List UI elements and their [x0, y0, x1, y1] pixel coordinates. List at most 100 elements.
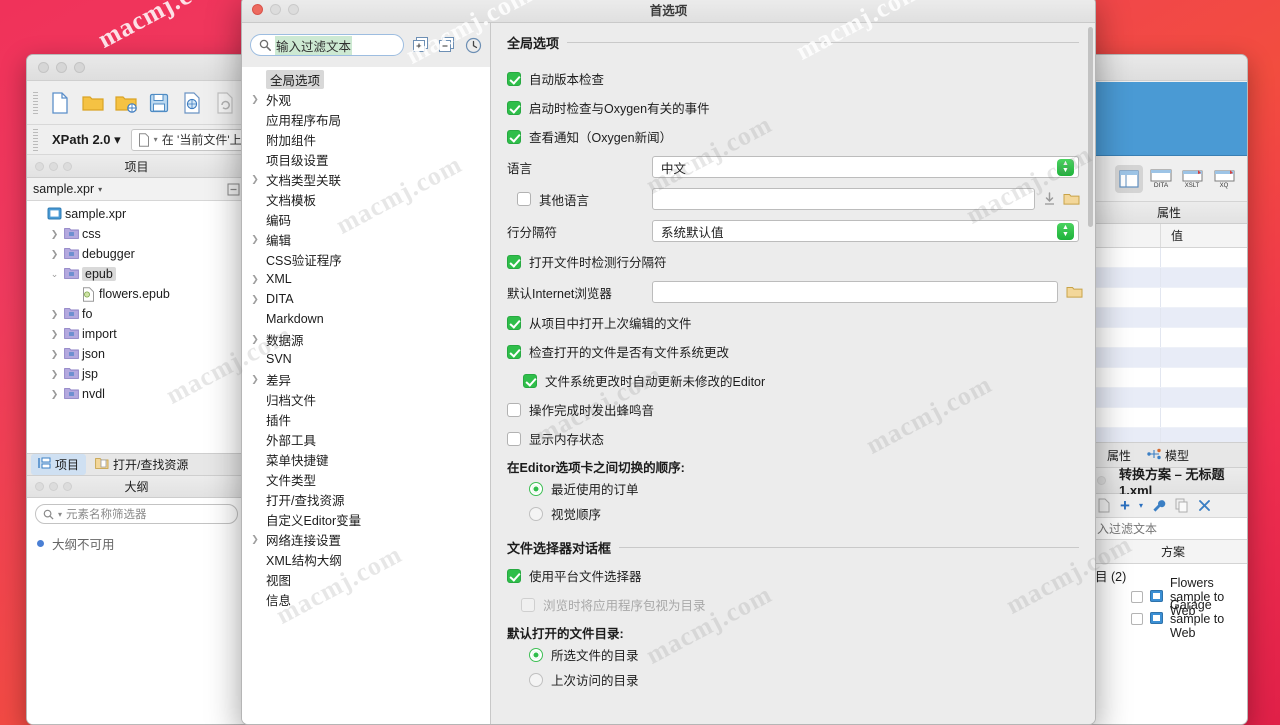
list-item-checkbox[interactable]: [1131, 613, 1143, 625]
options-tree-item[interactable]: ❯外观: [242, 89, 490, 109]
table-row[interactable]: [1091, 308, 1247, 328]
search-dropdown-icon[interactable]: ▾: [58, 510, 62, 519]
checkbox-platform-chooser-box[interactable]: [507, 569, 521, 583]
table-row[interactable]: [1091, 288, 1247, 308]
xslt-icon[interactable]: XSLT: [1179, 165, 1207, 193]
table-view-icon[interactable]: [1115, 165, 1143, 193]
dialog-minimize-button[interactable]: [270, 4, 281, 15]
toolbar-grip[interactable]: [33, 92, 38, 114]
table-row[interactable]: [1091, 248, 1247, 268]
outline-pane-window-buttons[interactable]: [35, 482, 72, 491]
delete-icon[interactable]: [1198, 499, 1211, 512]
table-row[interactable]: [1091, 348, 1247, 368]
radio-last-dir-button[interactable]: [529, 673, 543, 687]
open-folder-icon[interactable]: [78, 88, 108, 118]
chevron-right-icon[interactable]: ❯: [48, 349, 61, 360]
radio-selected-dir[interactable]: 所选文件的目录: [507, 642, 1079, 667]
chevron-right-icon[interactable]: ❯: [248, 94, 262, 105]
radio-visual-order-button[interactable]: [529, 507, 543, 521]
checkbox-notifications[interactable]: 查看通知（Oxygen新闻）: [507, 122, 1079, 151]
options-tree-item[interactable]: 视图: [242, 569, 490, 589]
dita-icon[interactable]: DITA: [1147, 165, 1175, 193]
xq-icon[interactable]: XQ: [1211, 165, 1239, 193]
project-tree-item[interactable]: ❯jsp: [27, 364, 246, 384]
xpath-version-selector[interactable]: XPath 2.0 ▾: [48, 132, 125, 148]
options-tree-item[interactable]: XML结构大纲: [242, 549, 490, 569]
radio-last-dir[interactable]: 上次访问的目录: [507, 667, 1079, 692]
dialog-zoom-button[interactable]: [288, 4, 299, 15]
chevron-down-icon[interactable]: ⌄: [48, 269, 61, 280]
window-minimize-button[interactable]: [56, 62, 67, 73]
options-tree-item[interactable]: ❯数据源: [242, 329, 490, 349]
chevron-right-icon[interactable]: ❯: [248, 334, 262, 345]
checkbox-auto-version-box[interactable]: [507, 72, 521, 86]
save-as-web-icon[interactable]: [177, 88, 207, 118]
copy-icon[interactable]: [1175, 498, 1189, 513]
options-tree-item[interactable]: ❯XML: [242, 269, 490, 289]
checkbox-notifications-box[interactable]: [507, 130, 521, 144]
attributes-table[interactable]: [1091, 248, 1247, 442]
project-pane-tab[interactable]: 打开/查找资源: [88, 454, 195, 475]
project-tree-item[interactable]: ❯css: [27, 224, 246, 244]
project-tree-item[interactable]: ❯fo: [27, 304, 246, 324]
checkbox-filesystem-changes[interactable]: 检查打开的文件是否有文件系统更改: [507, 337, 1079, 366]
options-tree-item[interactable]: 文档模板: [242, 189, 490, 209]
project-tree-item[interactable]: flowers.epub: [27, 284, 246, 304]
project-pane-window-buttons[interactable]: [35, 162, 72, 171]
project-tree-item[interactable]: ❯json: [27, 344, 246, 364]
checkbox-memory-status[interactable]: 显示内存状态: [507, 424, 1079, 453]
project-tree-item[interactable]: ❯debugger: [27, 244, 246, 264]
chevron-right-icon[interactable]: ❯: [48, 229, 61, 240]
chevron-right-icon[interactable]: ❯: [48, 309, 61, 320]
options-tree-item[interactable]: ❯网络连接设置: [242, 529, 490, 549]
project-name-label[interactable]: sample.xpr: [33, 182, 94, 196]
duplicate-icon[interactable]: [1097, 498, 1111, 513]
combobox-stepper-icon[interactable]: ▲▼: [1057, 223, 1074, 240]
options-tree-item[interactable]: ❯文档类型关联: [242, 169, 490, 189]
radio-recent-order-button[interactable]: [529, 482, 543, 496]
options-tree-item[interactable]: ❯差异: [242, 369, 490, 389]
chevron-right-icon[interactable]: ❯: [248, 274, 262, 285]
window-close-button[interactable]: [38, 62, 49, 73]
options-tree-item[interactable]: 归档文件: [242, 389, 490, 409]
table-row[interactable]: [1091, 268, 1247, 288]
restore-defaults-icon[interactable]: [464, 36, 482, 54]
options-tree-item[interactable]: 文件类型: [242, 469, 490, 489]
checkbox-other-language-box[interactable]: [517, 192, 531, 206]
dropdown-arrow-icon[interactable]: ▾: [1139, 501, 1143, 510]
checkbox-beep[interactable]: 操作完成时发出蜂鸣音: [507, 395, 1079, 424]
browse-folder-icon[interactable]: [1066, 285, 1083, 299]
list-item-checkbox[interactable]: [1131, 591, 1143, 603]
xpath-grip[interactable]: [33, 129, 38, 151]
options-tree-item[interactable]: 全局选项: [242, 69, 490, 89]
project-dropdown-icon[interactable]: ▾: [98, 185, 102, 194]
scope-dropdown-icon[interactable]: ▾: [154, 135, 158, 144]
checkbox-detect-separator[interactable]: 打开文件时检测行分隔符: [507, 247, 1079, 276]
options-tree-item[interactable]: Markdown: [242, 309, 490, 329]
new-file-icon[interactable]: [45, 88, 75, 118]
chevron-right-icon[interactable]: ❯: [48, 389, 61, 400]
chevron-right-icon[interactable]: ❯: [248, 294, 262, 305]
other-language-input[interactable]: [652, 188, 1035, 210]
project-tree-item[interactable]: ❯import: [27, 324, 246, 344]
table-row[interactable]: [1091, 368, 1247, 388]
right-panel-tab[interactable]: 属性: [1097, 445, 1137, 466]
collapse-all-icon[interactable]: [227, 183, 240, 196]
options-tree-item[interactable]: 编码: [242, 209, 490, 229]
transform-window-buttons[interactable]: [1097, 476, 1106, 485]
options-tree-item[interactable]: ❯DITA: [242, 289, 490, 309]
preferences-options-tree[interactable]: 全局选项❯外观应用程序布局附加组件项目级设置❯文档类型关联文档模板编码❯编辑CS…: [242, 67, 490, 724]
radio-visual-order[interactable]: 视觉顺序: [507, 501, 1079, 526]
checkbox-detect-separator-box[interactable]: [507, 255, 521, 269]
transform-filter-input[interactable]: 入过滤文本: [1091, 518, 1247, 540]
options-tree-item[interactable]: 应用程序布局: [242, 109, 490, 129]
list-item[interactable]: Garage sample to Web: [1091, 608, 1247, 630]
project-pane-tab[interactable]: 项目: [31, 454, 86, 475]
line-separator-combobox[interactable]: 系统默认值 ▲▼: [652, 220, 1079, 242]
chevron-right-icon[interactable]: ❯: [48, 329, 61, 340]
collapse-all-icon[interactable]: [438, 36, 456, 54]
options-tree-item[interactable]: CSS验证程序: [242, 249, 490, 269]
checkbox-open-last-edited[interactable]: 从项目中打开上次编辑的文件: [507, 308, 1079, 337]
checkbox-auto-update-editor-box[interactable]: [523, 374, 537, 388]
options-tree-item[interactable]: SVN: [242, 349, 490, 369]
